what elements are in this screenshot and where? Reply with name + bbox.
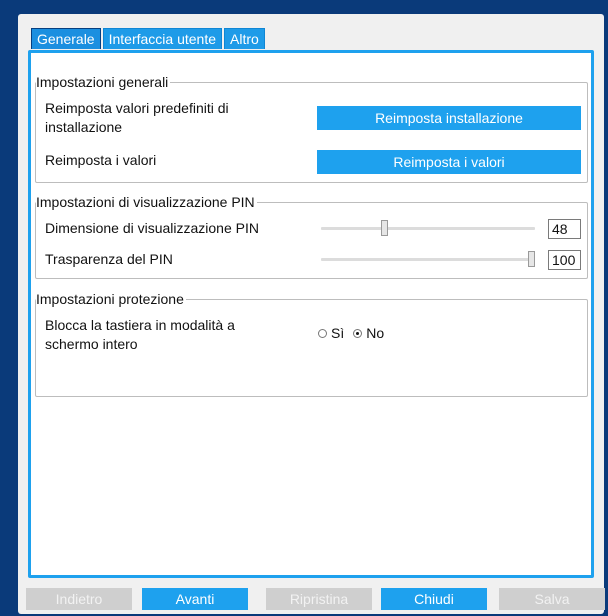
radio-no[interactable] [353, 328, 363, 338]
radio-no-label[interactable]: No [366, 325, 384, 341]
radio-yes-label[interactable]: Sì [331, 325, 344, 341]
reset-values-button[interactable]: Reimposta i valori [317, 150, 581, 174]
pin-size-slider-thumb[interactable] [381, 220, 389, 236]
pin-transparency-slider-track [321, 258, 535, 261]
settings-window: Generale Interfaccia utente Altro Impost… [18, 14, 605, 614]
tab-altro[interactable]: Altro [224, 28, 265, 49]
pin-transparency-slider-thumb[interactable] [528, 251, 535, 267]
tab-bar: Generale Interfaccia utente Altro [31, 28, 267, 50]
lock-keyboard-label: Blocca la tastiera in modalità a schermo… [45, 317, 235, 352]
general-settings-title: Impostazioni generali [36, 74, 169, 90]
tab-interfaccia-utente[interactable]: Interfaccia utente [102, 28, 222, 49]
bottom-button-bar: Indietro Avanti Ripristina Chiudi Salva [26, 588, 605, 610]
protection-title: Impostazioni protezione [36, 291, 184, 307]
pin-size-slider-track [321, 227, 535, 230]
back-button[interactable]: Indietro [26, 588, 132, 610]
pin-transparency-label: Trasparenza del PIN [45, 251, 173, 267]
pin-size-label: Dimensione di visualizzazione PIN [45, 220, 259, 236]
tab-generale[interactable]: Generale [31, 28, 101, 49]
restore-button[interactable]: Ripristina [266, 588, 372, 610]
reset-values-label: Reimposta i valori [45, 152, 157, 168]
tab-panel: Impostazioni generali Reimposta valori p… [28, 50, 594, 578]
pin-size-input[interactable]: 48 [548, 219, 581, 239]
save-button[interactable]: Salva [499, 588, 605, 610]
pin-display-title: Impostazioni di visualizzazione PIN [36, 194, 255, 210]
close-button[interactable]: Chiudi [381, 588, 487, 610]
reset-defaults-label: Reimposta valori predefiniti di installa… [45, 100, 229, 135]
pin-transparency-input[interactable]: 100 [548, 250, 581, 270]
next-button[interactable]: Avanti [142, 588, 248, 610]
radio-yes[interactable] [318, 328, 327, 338]
reset-install-button[interactable]: Reimposta installazione [317, 106, 581, 130]
lock-keyboard-radio-group: Sì No [318, 325, 393, 341]
